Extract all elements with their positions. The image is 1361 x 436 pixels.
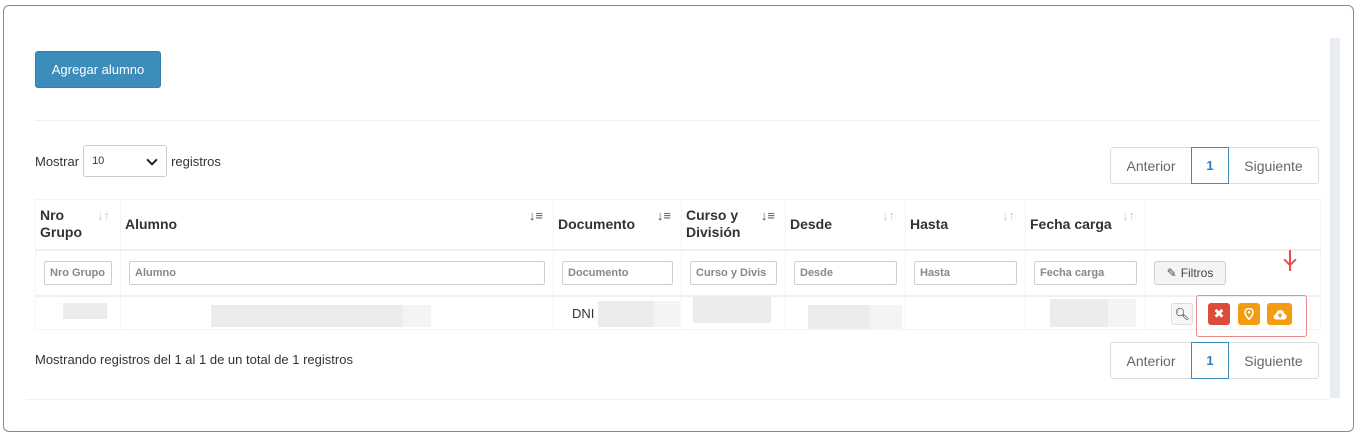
next-page-button[interactable]: Siguiente: [1228, 342, 1319, 379]
eraser-icon: ✎: [1166, 265, 1177, 280]
annotation-arrow-icon: [1283, 250, 1297, 274]
filter-desde-input[interactable]: Desde: [794, 260, 897, 285]
column-header-curso-division[interactable]: Curso y División ↓≡: [681, 199, 786, 250]
table-row[interactable]: DNI: [35, 294, 1321, 330]
cell-curso-division: [681, 294, 786, 330]
redacted-value: [63, 302, 107, 319]
pagination-top: Anterior 1 Siguiente: [1110, 147, 1319, 184]
filters-button-label: Filtros: [1180, 265, 1214, 280]
column-header-desde[interactable]: Desde ↓↑: [785, 199, 906, 250]
previous-page-button[interactable]: Anterior: [1110, 147, 1192, 184]
pagination-bottom: Anterior 1 Siguiente: [1110, 342, 1319, 379]
filter-curso-division-input[interactable]: Curso y Divis: [690, 260, 777, 285]
sort-asc-icon: ↓≡: [760, 208, 775, 223]
cell-documento: DNI: [553, 294, 682, 330]
sort-asc-icon: ↓≡: [656, 208, 671, 223]
divider: [26, 399, 1330, 400]
scrollbar-track[interactable]: [1330, 38, 1340, 398]
filter-documento-input[interactable]: Documento: [562, 260, 673, 285]
cell-desde: [785, 294, 906, 330]
next-page-button[interactable]: Siguiente: [1228, 147, 1319, 184]
cell-hasta: [905, 294, 1026, 330]
chevron-down-icon: [146, 155, 158, 167]
times-icon: ✖: [1213, 306, 1225, 321]
sort-icon: ↓↑: [882, 208, 895, 223]
add-student-button[interactable]: Agregar alumno: [35, 51, 161, 88]
filter-row: Nro Grupo Alumno Documento Curso y Divis…: [35, 248, 1321, 296]
filter-fecha-carga-input[interactable]: Fecha carga: [1034, 260, 1137, 285]
divider: [35, 120, 1320, 121]
redacted-value: [403, 304, 431, 327]
redacted-value: [1050, 298, 1108, 327]
redacted-value: [211, 304, 403, 327]
length-menu: Mostrar 10 registros: [35, 145, 221, 177]
sort-asc-icon: ↓≡: [528, 208, 543, 223]
cell-fecha-carga: [1025, 294, 1146, 330]
view-button[interactable]: 🔍︎: [1171, 303, 1193, 325]
location-button[interactable]: [1238, 303, 1260, 325]
filter-alumno-input[interactable]: Alumno: [129, 260, 545, 285]
filter-hasta-input[interactable]: Hasta: [914, 260, 1017, 285]
page-1-button[interactable]: 1: [1191, 342, 1229, 379]
column-header-actions: [1145, 199, 1321, 250]
map-marker-icon: [1244, 308, 1254, 320]
redacted-value: [808, 304, 870, 329]
page-length-select[interactable]: 10: [83, 145, 168, 177]
sort-icon: ↓↑: [1122, 208, 1135, 223]
length-prefix: Mostrar: [35, 153, 80, 169]
search-icon: 🔍︎: [1174, 307, 1190, 321]
delete-button[interactable]: ✖: [1208, 303, 1230, 325]
column-header-hasta[interactable]: Hasta ↓↑: [905, 199, 1026, 250]
redacted-value: [654, 300, 680, 327]
column-header-nro-grupo[interactable]: Nro Grupo ↓↑: [35, 199, 121, 250]
filter-nro-grupo-input[interactable]: Nro Grupo: [44, 260, 112, 285]
redacted-value: [598, 300, 654, 327]
length-suffix: registros: [171, 153, 221, 169]
sort-icon: ↓↑: [1002, 208, 1015, 223]
redacted-value: [870, 304, 902, 329]
cloud-upload-icon: [1273, 309, 1286, 319]
previous-page-button[interactable]: Anterior: [1110, 342, 1192, 379]
cell-nro-grupo: [35, 294, 121, 330]
column-header-alumno[interactable]: Alumno ↓≡: [120, 199, 554, 250]
table-info: Mostrando registros del 1 al 1 de un tot…: [35, 352, 353, 367]
page-length-value: 10: [92, 155, 105, 167]
cell-alumno: [120, 294, 554, 330]
sort-icon: ↓↑: [97, 208, 110, 223]
redacted-value: [693, 296, 771, 323]
column-header-fecha-carga[interactable]: Fecha carga ↓↑: [1025, 199, 1146, 250]
filters-button[interactable]: ✎ Filtros: [1154, 260, 1226, 285]
column-header-documento[interactable]: Documento ↓≡: [553, 199, 682, 250]
upload-button[interactable]: [1267, 303, 1292, 325]
table-header-row: Nro Grupo ↓↑ Alumno ↓≡ Documento ↓≡ Curso y…: [35, 199, 1321, 250]
students-table: Nro Grupo ↓↑ Alumno ↓≡ Documento ↓≡ Curso y…: [35, 199, 1321, 330]
redacted-value: [1108, 298, 1136, 327]
page-1-button[interactable]: 1: [1191, 147, 1229, 184]
